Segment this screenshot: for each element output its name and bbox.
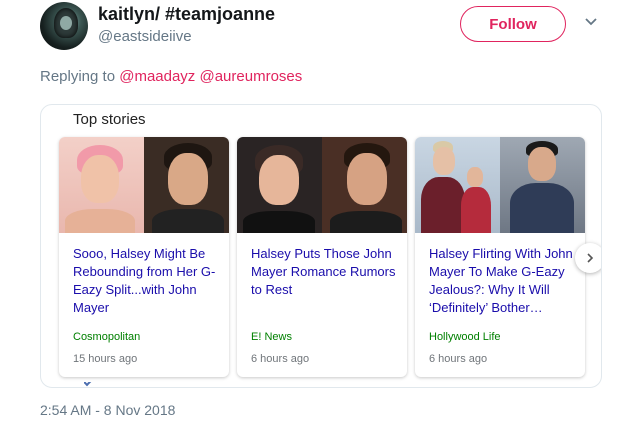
mention-link[interactable]: @maadayz bbox=[119, 68, 195, 85]
story-time: 6 hours ago bbox=[251, 353, 310, 365]
story-card[interactable]: Halsey Flirting With John Mayer To Make … bbox=[415, 137, 585, 377]
top-stories-card: Top stories Sooo, Halsey Might Be Reboun… bbox=[40, 104, 602, 388]
top-stories-title: Top stories bbox=[73, 111, 146, 128]
avatar[interactable] bbox=[40, 2, 88, 50]
mention-link[interactable]: @aureumroses bbox=[199, 68, 302, 85]
more-stories-peek bbox=[84, 382, 184, 388]
story-card[interactable]: Sooo, Halsey Might Be Rebounding from He… bbox=[59, 137, 229, 377]
story-time: 15 hours ago bbox=[73, 353, 138, 365]
story-headline[interactable]: Halsey Flirting With John Mayer To Make … bbox=[429, 245, 577, 317]
replying-to-label: Replying to bbox=[40, 68, 116, 85]
avatar-face bbox=[60, 16, 72, 30]
story-headline[interactable]: Halsey Puts Those John Mayer Romance Rum… bbox=[251, 245, 399, 299]
story-source: Hollywood Life bbox=[429, 331, 501, 343]
replying-to-line: Replying to @maadayz @aureumroses bbox=[40, 68, 302, 85]
caret-down-icon[interactable] bbox=[584, 15, 598, 29]
chevron-right-icon bbox=[587, 253, 594, 263]
story-time: 6 hours ago bbox=[429, 353, 488, 365]
story-source: Cosmopolitan bbox=[73, 331, 141, 343]
story-headline[interactable]: Sooo, Halsey Might Be Rebounding from He… bbox=[73, 245, 221, 317]
follow-button[interactable]: Follow bbox=[460, 6, 566, 42]
user-handle[interactable]: @eastsideiive bbox=[98, 28, 192, 45]
carousel-next-button[interactable] bbox=[575, 243, 601, 273]
tweet-timestamp[interactable]: 2:54 AM - 8 Nov 2018 bbox=[40, 402, 175, 418]
display-name[interactable]: kaitlyn/ #teamjoanne bbox=[98, 4, 275, 25]
story-card[interactable]: Halsey Puts Those John Mayer Romance Rum… bbox=[237, 137, 407, 377]
story-thumbnail bbox=[237, 137, 407, 233]
story-thumbnail bbox=[415, 137, 585, 233]
story-thumbnail bbox=[59, 137, 229, 233]
story-source: E! News bbox=[251, 331, 292, 343]
